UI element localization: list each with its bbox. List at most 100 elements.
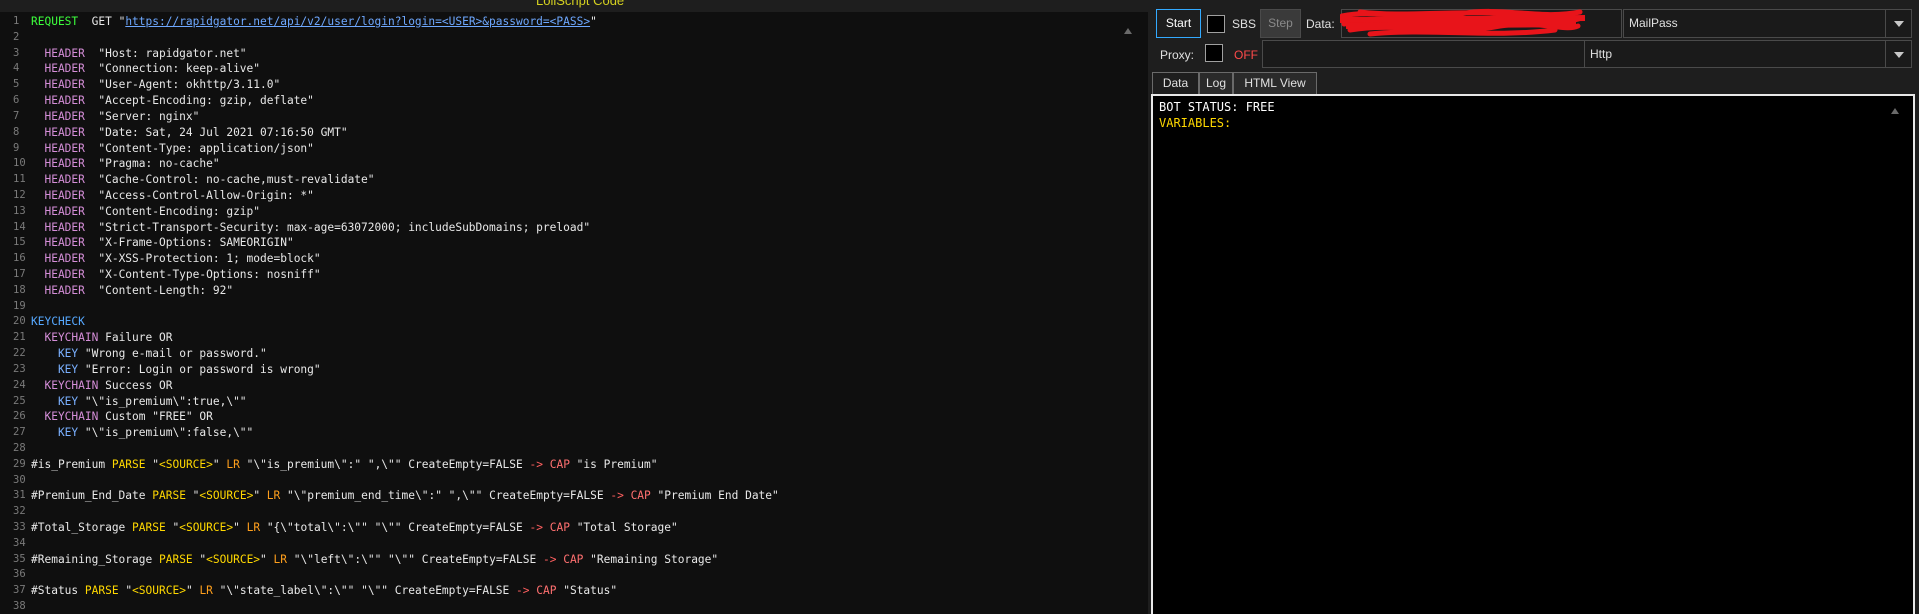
code-token: "Content-Encoding: gzip": [84, 204, 261, 218]
code-line: 5 HEADER "User-Agent: okhttp/3.11.0": [0, 77, 1140, 93]
code-text: REQUEST GET "https://rapidgator.net/api/…: [31, 14, 597, 30]
code-line: 31 #Premium_End_Date PARSE "<SOURCE>" LR …: [0, 488, 1140, 504]
tab-data[interactable]: Data: [1152, 72, 1199, 94]
code-line: 24 KEYCHAIN Success OR: [0, 378, 1140, 394]
start-button[interactable]: Start: [1156, 9, 1201, 38]
code-token: HEADER: [31, 283, 85, 297]
code-line: 20 KEYCHECK: [0, 314, 1140, 330]
code-editor[interactable]: 1 REQUEST GET "https://rapidgator.net/api…: [0, 12, 1148, 614]
code-line: 11 HEADER "Cache-Control: no-cache,must-…: [0, 172, 1140, 188]
code-line: 19: [0, 299, 1140, 315]
proxy-input[interactable]: [1262, 40, 1622, 68]
line-number: 18: [13, 283, 26, 296]
code-token: ->: [529, 521, 543, 534]
sbs-label: SBS: [1232, 17, 1257, 31]
editor-scroll-up-icon[interactable]: [1124, 28, 1132, 34]
code-token: HEADER: [31, 46, 85, 60]
code-token: ->: [516, 584, 530, 598]
line-number: 35: [13, 552, 26, 565]
chevron-down-icon[interactable]: [1885, 10, 1911, 37]
code-token: LR: [226, 457, 240, 471]
code-text: HEADER "Date: Sat, 24 Jul 2021 07:16:50 …: [31, 125, 348, 141]
code-token: "Accept-Encoding: gzip, deflate": [84, 94, 314, 108]
code-line: 23 KEY "Error: Login or password is wron…: [0, 362, 1140, 378]
line-number: 19: [13, 299, 26, 312]
line-number: 24: [13, 378, 26, 391]
line-number: 26: [13, 410, 26, 423]
code-line: 15 HEADER "X-Frame-Options: SAMEORIGIN": [0, 235, 1140, 251]
output-scroll-up-icon[interactable]: [1891, 108, 1899, 114]
line-number: 10: [13, 157, 26, 170]
sbs-checkbox[interactable]: [1207, 15, 1225, 33]
code-token: "Content-Type: application/json": [84, 141, 314, 155]
line-number: 30: [13, 473, 26, 486]
code-text: HEADER "Cache-Control: no-cache,must-rev…: [31, 172, 374, 188]
code-token: HEADER: [31, 62, 85, 76]
line-number: 36: [13, 568, 26, 581]
code-token: PARSE: [152, 489, 186, 503]
code-token: "\"premium_end_time\":" ",\"" CreateEmpt…: [280, 489, 611, 503]
code-line: 17 HEADER "X-Content-Type-Options: nosni…: [0, 267, 1140, 283]
code-token: #Premium_End_Date: [31, 489, 153, 503]
code-token: KEY: [31, 347, 79, 361]
code-token: HEADER: [31, 236, 85, 250]
code-token: #Remaining_Storage: [31, 552, 159, 566]
code-token: "Pragma: no-cache": [84, 157, 220, 171]
code-token: "\"state_label\":\"" "\"" CreateEmpty=FA…: [212, 584, 517, 598]
chevron-down-icon[interactable]: [1885, 41, 1911, 67]
step-button[interactable]: Step: [1260, 9, 1301, 38]
code-token: "X-Content-Type-Options: nosniff": [84, 268, 321, 281]
code-text: #Remaining_Storage PARSE "<SOURCE>" LR "…: [31, 552, 718, 568]
code-text: KEYCHAIN Success OR: [31, 378, 172, 394]
code-token: HEADER: [31, 125, 85, 139]
tab-log[interactable]: Log: [1199, 72, 1233, 94]
code-token: "Status": [556, 584, 618, 598]
code-token: PARSE: [158, 552, 193, 566]
line-number: 1: [13, 15, 20, 27]
code-line: 35 #Remaining_Storage PARSE "<SOURCE>" LR…: [0, 552, 1140, 568]
url-link[interactable]: https://rapidgator.net/api/v2/user/login…: [125, 15, 590, 28]
line-number: 11: [13, 173, 26, 186]
code-token: ->: [542, 552, 557, 566]
code-line: 8 HEADER "Date: Sat, 24 Jul 2021 07:16:5…: [0, 125, 1140, 141]
proxy-checkbox[interactable]: [1205, 44, 1223, 62]
code-text: HEADER "Connection: keep-alive": [31, 61, 260, 77]
line-number: 21: [13, 331, 26, 344]
code-token: GET ": [78, 15, 126, 28]
code-token: PARSE: [84, 584, 119, 598]
code-token: <SOURCE>: [199, 489, 254, 503]
proxy-label: Proxy:: [1160, 48, 1195, 62]
code-token: "Date: Sat, 24 Jul 2021 07:16:50 GMT": [84, 125, 348, 139]
code-token: "Strict-Transport-Security: max-age=6307…: [84, 220, 591, 234]
code-text: KEY "Error: Login or password is wrong": [31, 362, 321, 378]
code-token: KEYCHECK: [31, 315, 85, 329]
tab-html-view[interactable]: HTML View: [1233, 72, 1317, 94]
code-token: HEADER: [31, 188, 85, 202]
code-token: "Access-Control-Allow-Origin: *": [84, 188, 314, 202]
code-line: 27 KEY "\"is_premium\":false,\"": [0, 425, 1140, 441]
code-text: HEADER "Server: nginx": [31, 109, 199, 125]
code-token: "Server: nginx": [84, 109, 200, 123]
line-number: 14: [13, 220, 26, 233]
code-text: KEYCHECK: [31, 314, 85, 330]
output-pane[interactable]: BOT STATUS: FREE VARIABLES:: [1151, 94, 1915, 614]
proxy-type-select[interactable]: Http: [1584, 40, 1912, 68]
code-line: 3 HEADER "Host: rapidgator.net": [0, 46, 1140, 62]
data-type-select[interactable]: MailPass: [1623, 9, 1912, 38]
code-token: "X-XSS-Protection: 1; mode=block": [84, 252, 321, 266]
code-token: KEY: [31, 362, 79, 376]
code-text: HEADER "Content-Type: application/json": [31, 141, 314, 157]
code-token: HEADER: [31, 94, 85, 108]
code-token: KEYCHAIN: [31, 331, 99, 345]
data-label: Data:: [1306, 17, 1335, 31]
code-token: HEADER: [31, 78, 85, 92]
line-number: 13: [13, 204, 26, 217]
code-line: 18 HEADER "Content-Length: 92": [0, 283, 1140, 299]
code-text: HEADER "Host: rapidgator.net": [31, 46, 246, 62]
code-text: #Total_Storage PARSE "<SOURCE>" LR "{\"t…: [31, 520, 678, 536]
code-token: HEADER: [31, 109, 85, 123]
code-token: "Content-Length: 92": [84, 283, 234, 297]
code-token: Failure OR: [98, 331, 173, 345]
